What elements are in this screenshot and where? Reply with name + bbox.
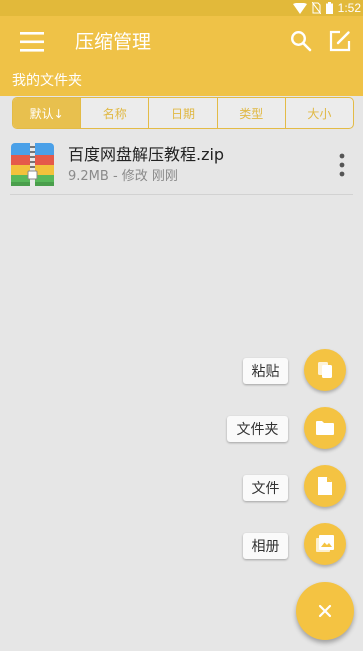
sort-tab-date[interactable]: 日期 — [149, 98, 218, 128]
photo-album-icon — [316, 535, 334, 552]
status-bar: 1:52 — [0, 0, 363, 16]
list-item[interactable]: 百度网盘解压教程.zip 9.2MB - 修改 刚刚 — [0, 139, 363, 193]
current-folder-label[interactable]: 我的文件夹 — [12, 71, 82, 91]
file-label[interactable]: 文件 — [243, 475, 288, 501]
status-icons: 1:52 — [292, 0, 361, 16]
new-folder-button[interactable] — [304, 407, 346, 449]
sort-tab-default[interactable]: 默认↓ — [13, 98, 82, 128]
photo-album-label[interactable]: 相册 — [243, 533, 288, 559]
edit-icon[interactable] — [328, 29, 352, 53]
app-bar: 压缩管理 — [0, 16, 363, 68]
sort-tab-type[interactable]: 类型 — [218, 98, 286, 128]
file-name: 百度网盘解压教程.zip — [68, 145, 225, 164]
file-meta: 9.2MB - 修改 刚刚 — [68, 169, 178, 184]
folder-icon — [316, 421, 334, 435]
file-icon — [318, 477, 332, 495]
no-sim-icon — [311, 2, 321, 14]
paste-icon — [318, 362, 332, 378]
breadcrumb: 我的文件夹 — [0, 68, 363, 96]
close-fab-button[interactable] — [296, 582, 354, 640]
divider — [10, 194, 353, 195]
photo-album-button[interactable] — [304, 523, 346, 565]
wifi-icon — [292, 2, 307, 14]
status-time: 1:52 — [337, 1, 361, 15]
paste-label[interactable]: 粘贴 — [243, 358, 288, 384]
more-vertical-icon[interactable] — [334, 152, 350, 178]
hamburger-menu-icon[interactable] — [18, 29, 46, 55]
sort-tab-size[interactable]: 大小 — [286, 98, 353, 128]
close-icon — [318, 604, 332, 618]
search-icon[interactable] — [289, 29, 313, 53]
zip-archive-icon — [11, 143, 54, 186]
sort-bar: 默认↓ 名称 日期 类型 大小 — [12, 97, 354, 129]
paste-button[interactable] — [304, 349, 346, 391]
sort-tab-name[interactable]: 名称 — [81, 98, 150, 128]
new-file-button[interactable] — [304, 465, 346, 507]
battery-icon — [325, 2, 333, 14]
folder-label[interactable]: 文件夹 — [227, 416, 288, 442]
page-title: 压缩管理 — [75, 31, 152, 53]
